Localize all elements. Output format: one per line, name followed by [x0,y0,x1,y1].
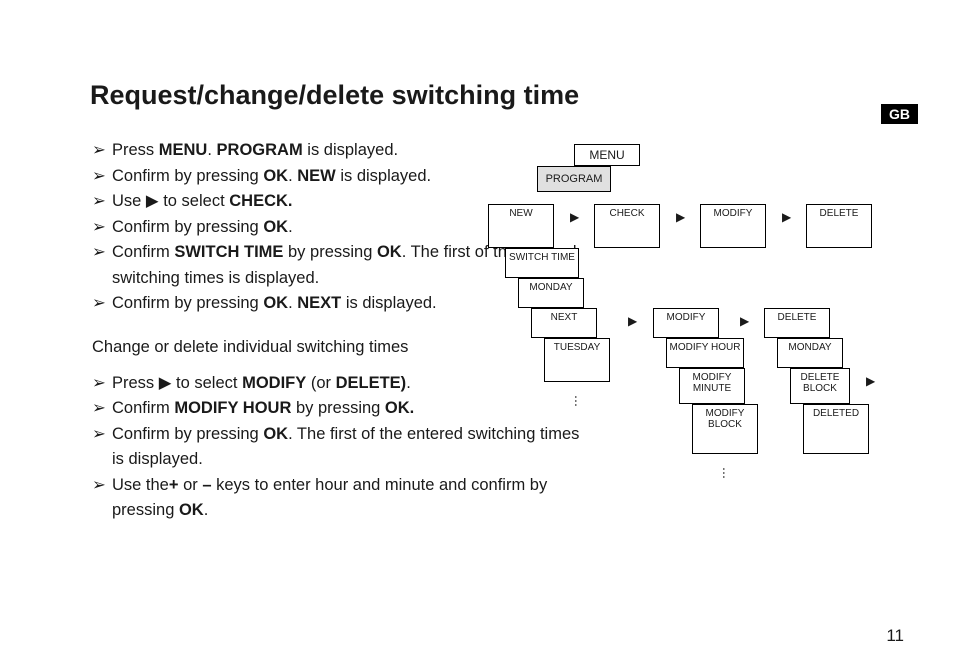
bullet-marker: ➢ [92,240,112,266]
bullet-marker: ➢ [92,138,112,164]
arrow-right-icon: ▶ [740,314,749,328]
bullet-marker: ➢ [92,189,112,215]
diagram-box-delete-block: DELETE BLOCK [790,368,850,404]
arrow-right-icon: ▶ [782,210,791,224]
dots-icon: ⋯ [717,467,731,479]
bullet-marker: ➢ [92,396,112,422]
diagram-box-switch-time: SWITCH TIME [505,248,579,278]
diagram-box-modify: MODIFY [700,204,766,248]
diagram-box-monday: MONDAY [518,278,584,308]
diagram-box-modify2: MODIFY [653,308,719,338]
diagram-box-monday2: MONDAY [777,338,843,368]
diagram-box-modify-block: MODIFY BLOCK [692,404,758,454]
dots-icon: ⋯ [569,395,583,407]
diagram-box-deleted: DELETED [803,404,869,454]
diagram-box-modify-hour: MODIFY HOUR [666,338,744,368]
diagram-box-check: CHECK [594,204,660,248]
arrow-right-icon: ▶ [628,314,637,328]
bullet-marker: ➢ [92,215,112,241]
diagram-box-tuesday: TUESDAY [544,338,610,382]
page-title: Request/change/delete switching time [90,80,579,111]
diagram-box-modify-minute: MODIFY MINUTE [679,368,745,404]
language-badge: GB [881,104,918,124]
diagram-box-delete: DELETE [806,204,872,248]
bullet-marker: ➢ [92,473,112,499]
bullet-marker: ➢ [92,291,112,317]
diagram-box-program: PROGRAM [537,166,611,192]
arrow-right-icon: ▶ [866,374,875,388]
bullet-marker: ➢ [92,371,112,397]
diagram-box-delete2: DELETE [764,308,830,338]
diagram-box-menu: MENU [574,144,640,166]
menu-flow-diagram: MENU PROGRAM NEW CHECK MODIFY DELETE ▶ ▶… [488,144,918,514]
page-number: 11 [886,626,904,646]
arrow-right-icon: ▶ [570,210,579,224]
arrow-right-icon: ▶ [676,210,685,224]
diagram-box-next: NEXT [531,308,597,338]
bullet-marker: ➢ [92,422,112,448]
bullet-marker: ➢ [92,164,112,190]
diagram-box-new: NEW [488,204,554,248]
